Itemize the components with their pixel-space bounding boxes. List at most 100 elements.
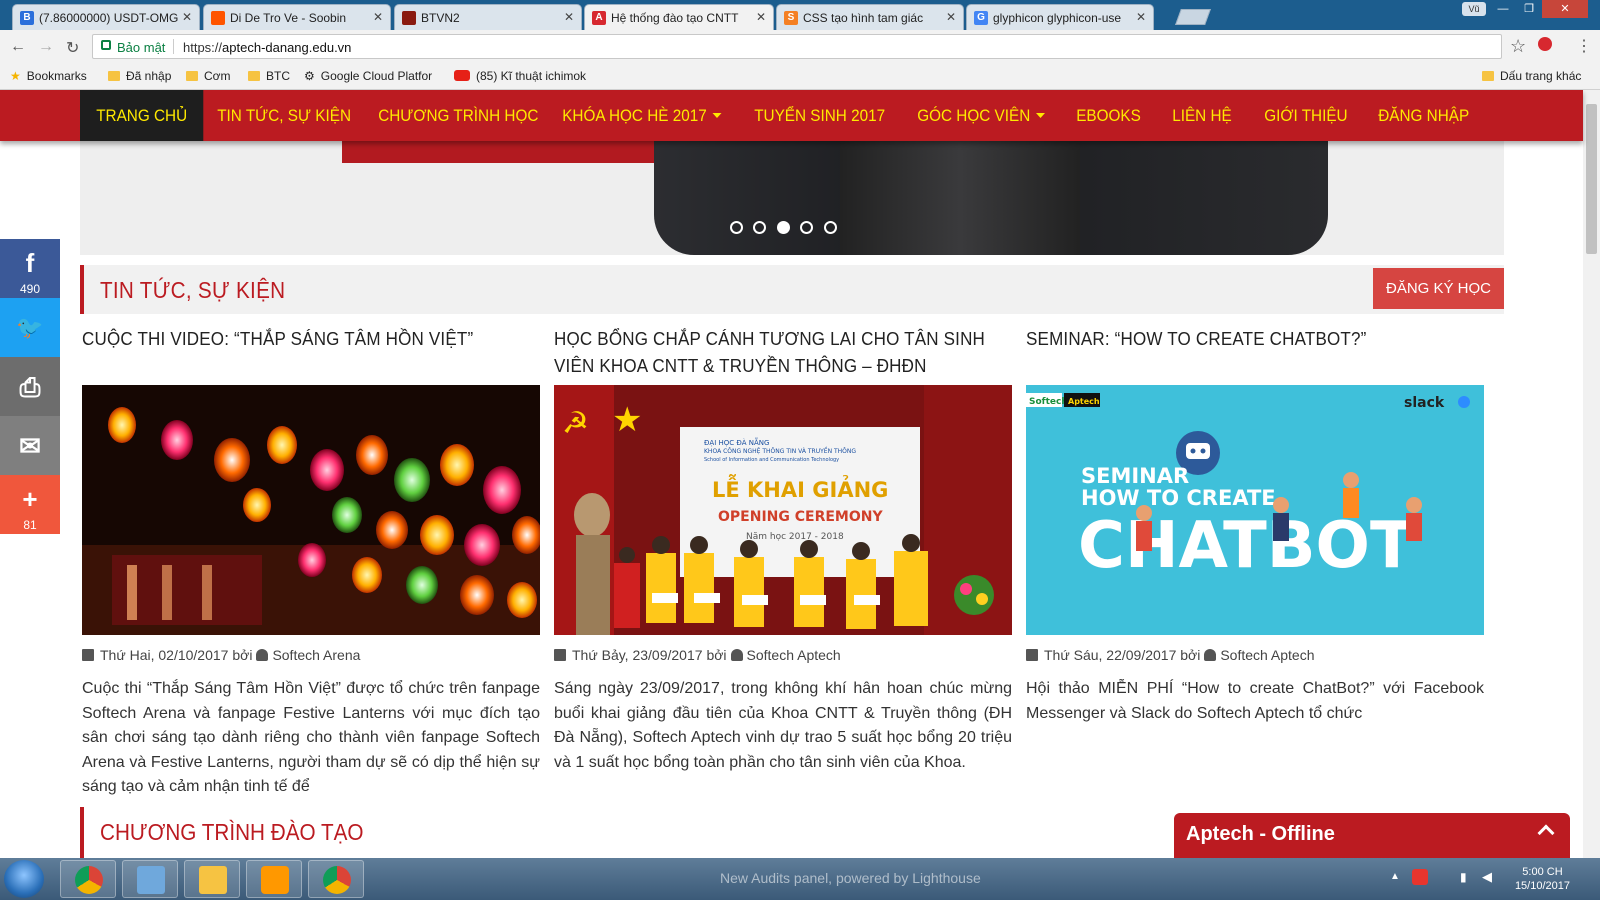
twitter-share-button[interactable]: 🐦	[0, 298, 60, 357]
slider-dot[interactable]	[730, 221, 743, 234]
nav-admissions[interactable]: TUYỂN SINH 2017	[738, 90, 901, 141]
svg-text:LỄ KHAI GIẢNG: LỄ KHAI GIẢNG	[712, 474, 888, 502]
scrollbar-thumb[interactable]	[1586, 104, 1597, 254]
chevron-up-icon[interactable]	[1537, 824, 1555, 842]
post-title[interactable]: HỌC BỔNG CHẮP CÁNH TƯƠNG LAI CHO TÂN SIN…	[554, 325, 1014, 379]
bookmark-item[interactable]: Cơm	[186, 69, 231, 83]
background-window-text: New Audits panel, powered by Lighthouse	[720, 870, 981, 886]
news-card: SEMINAR: “HOW TO CREATE CHATBOT?” Softec…	[1026, 325, 1484, 722]
bookmark-item[interactable]: ⚙ Google Cloud Platfor	[304, 69, 432, 83]
nav-contact[interactable]: LIÊN HỆ	[1156, 90, 1248, 141]
bookmark-item[interactable]: Đã nhập	[108, 69, 171, 83]
nav-news[interactable]: TIN TỨC, SỰ KIỆN	[201, 90, 367, 141]
new-tab-button[interactable]	[1175, 9, 1211, 25]
twitter-icon: 🐦	[16, 315, 44, 340]
browser-tab[interactable]: BTVN2 ✕	[394, 4, 582, 30]
chrome-icon	[75, 866, 103, 894]
slider-dot[interactable]	[823, 221, 837, 234]
post-date: Thứ Sáu, 22/09/2017	[1044, 647, 1177, 663]
calendar-icon	[82, 649, 94, 661]
bookmark-item[interactable]: ★ Bookmarks	[10, 69, 87, 83]
chat-widget[interactable]: Aptech - Offline	[1174, 813, 1570, 858]
hero-image-detail	[840, 141, 1080, 255]
star-icon[interactable]: ☆	[1510, 36, 1526, 57]
extension-icon[interactable]	[1538, 37, 1552, 51]
print-button[interactable]: ⎙	[0, 357, 60, 416]
address-bar[interactable]: Bảo mật https://aptech-danang.edu.vn	[92, 34, 1502, 59]
register-button[interactable]: ĐĂNG KÝ HỌC	[1373, 268, 1504, 309]
volume-icon[interactable]: ◀	[1482, 869, 1492, 885]
email-share-button[interactable]: ✉	[0, 416, 60, 475]
page-scrollbar[interactable]	[1583, 90, 1600, 858]
user-icon	[256, 649, 269, 661]
lock-icon	[101, 40, 111, 50]
post-author[interactable]: Softech Arena	[272, 647, 360, 663]
system-clock[interactable]: 5:00 CH 15/10/2017	[1515, 865, 1570, 893]
slider-dot[interactable]	[800, 221, 814, 234]
close-icon[interactable]: ✕	[1136, 10, 1146, 24]
profile-button[interactable]: Vũ	[1462, 2, 1486, 16]
post-image[interactable]	[82, 385, 540, 635]
close-window-button[interactable]: ✕	[1542, 0, 1588, 18]
nav-student-corner[interactable]: GÓC HỌC VIÊN	[901, 90, 1061, 141]
share-count: 490	[19, 282, 41, 296]
nav-curriculum[interactable]: CHƯƠNG TRÌNH HỌC	[362, 90, 555, 141]
nav-about[interactable]: GIỚI THIỆU	[1248, 90, 1364, 141]
post-image[interactable]: Softech Aptech slack SEMINAR HOW TO CREA…	[1026, 385, 1484, 635]
facebook-share-button[interactable]: f 490	[0, 239, 60, 298]
taskbar-chrome-2[interactable]	[308, 860, 364, 898]
close-icon[interactable]: ✕	[373, 10, 383, 24]
post-author[interactable]: Softech Aptech	[747, 647, 841, 663]
browser-tab[interactable]: S CSS tạo hình tam giác ✕	[776, 4, 964, 30]
taskbar-chrome[interactable]	[60, 860, 116, 898]
close-icon[interactable]: ✕	[564, 10, 574, 24]
taskbar-explorer[interactable]	[184, 860, 240, 898]
calendar-icon	[554, 649, 566, 661]
nav-summer-course[interactable]: KHÓA HỌC HÈ 2017	[546, 90, 737, 141]
taskbar-sublime[interactable]	[246, 860, 302, 898]
nav-home[interactable]: TRANG CHỦ	[80, 90, 204, 141]
svg-text:Năm học 2017 - 2018: Năm học 2017 - 2018	[746, 532, 844, 542]
computer-icon	[137, 866, 165, 894]
post-title[interactable]: SEMINAR: “HOW TO CREATE CHATBOT?”	[1026, 325, 1477, 352]
post-meta: Thứ Hai, 02/10/2017 bởi Softech Arena	[82, 647, 360, 663]
other-bookmarks[interactable]: Dấu trang khác	[1482, 69, 1581, 83]
close-icon[interactable]: ✕	[946, 10, 956, 24]
reload-icon[interactable]: ↻	[66, 38, 79, 58]
close-icon[interactable]: ✕	[182, 10, 192, 24]
divider	[173, 39, 174, 54]
bookmark-item[interactable]: (85) Kĩ thuật ichimok	[454, 69, 586, 83]
start-button[interactable]	[4, 860, 44, 898]
bookmark-item[interactable]: BTC	[248, 69, 290, 83]
vivaldi-icon[interactable]	[1412, 869, 1428, 885]
browser-tab-active[interactable]: A Hệ thống đào tạo CNTT ✕	[584, 4, 774, 30]
post-author[interactable]: Softech Aptech	[1220, 647, 1314, 663]
back-icon[interactable]: ←	[10, 38, 26, 56]
user-icon	[730, 649, 743, 661]
nav-login[interactable]: ĐĂNG NHẬP	[1362, 90, 1485, 141]
slider-dot[interactable]	[753, 221, 767, 234]
network-icon[interactable]: ▮	[1460, 870, 1467, 884]
menu-icon[interactable]: ⋮	[1576, 36, 1592, 56]
browser-tab[interactable]: G glyphicon glyphicon-use ✕	[966, 4, 1154, 30]
chat-title: Aptech - Offline	[1186, 823, 1335, 845]
nav-ebooks[interactable]: EBOOKS	[1060, 90, 1157, 141]
slider-dot-active[interactable]	[776, 221, 790, 234]
maximize-button[interactable]: ❐	[1516, 0, 1542, 18]
taskbar-computer[interactable]	[122, 860, 178, 898]
lantern-photo	[82, 385, 540, 635]
ceremony-photo: ☭ ★ ĐẠI HỌC ĐÀ NẴNG KHOA CÔNG NGHỆ THÔNG…	[554, 385, 1012, 635]
browser-tab[interactable]: Di De Tro Ve - Soobin ✕	[203, 4, 391, 30]
close-icon[interactable]: ✕	[756, 10, 766, 24]
tray-up-icon[interactable]: ▲	[1390, 871, 1400, 882]
minimize-button[interactable]: —	[1490, 0, 1516, 18]
more-share-button[interactable]: + 81	[0, 475, 60, 534]
browser-tab[interactable]: B (7.86000000) USDT-OMG ✕	[12, 4, 200, 30]
forward-icon[interactable]: →	[38, 38, 54, 56]
post-image[interactable]: ☭ ★ ĐẠI HỌC ĐÀ NẴNG KHOA CÔNG NGHỆ THÔNG…	[554, 385, 1012, 635]
youtube-icon	[454, 70, 470, 81]
os-taskbar: New Audits panel, powered by Lighthouse …	[0, 858, 1600, 900]
post-title[interactable]: CUỘC THI VIDEO: “THẮP SÁNG TÂM HỒN VIỆT”	[82, 325, 533, 352]
google-icon: G	[974, 11, 988, 25]
more-icon: +	[22, 484, 38, 514]
